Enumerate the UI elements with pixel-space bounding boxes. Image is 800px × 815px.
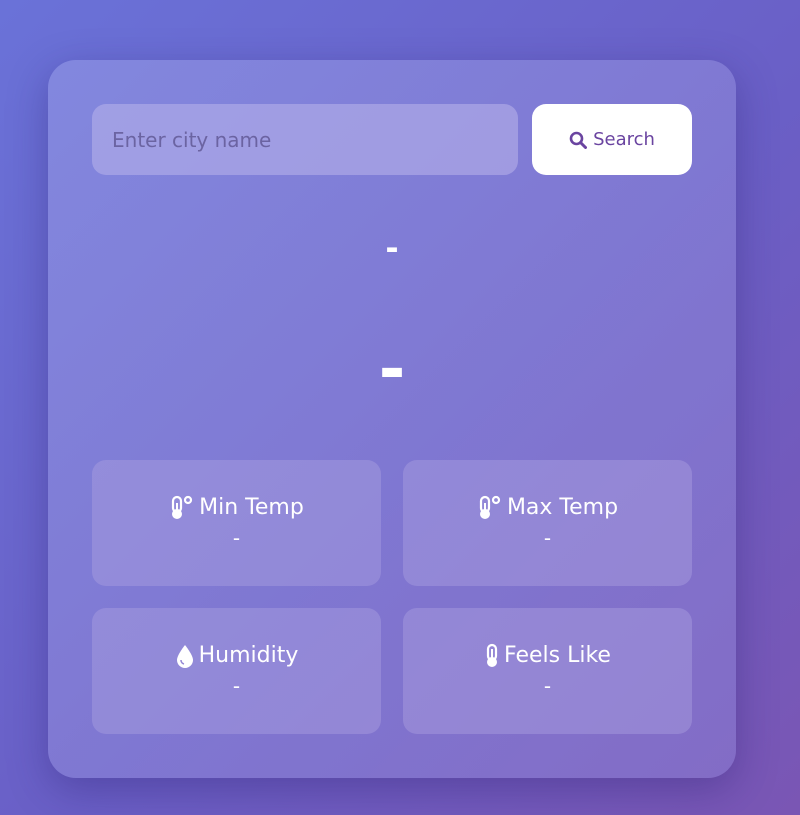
search-button-label: Search	[593, 129, 655, 150]
feels-like-tile: Feels Like -	[403, 608, 692, 734]
min-temp-value: -	[232, 526, 241, 550]
search-icon	[569, 131, 588, 149]
humidity-value: -	[232, 674, 241, 698]
city-name: -	[385, 229, 399, 267]
humidity-label: Humidity	[198, 643, 299, 668]
min-temp-tile: Min Temp -	[92, 460, 381, 586]
max-temp-tile: Max Temp -	[403, 460, 692, 586]
feels-like-label: Feels Like	[504, 643, 611, 668]
feels-like-value: -	[543, 674, 552, 698]
search-button[interactable]: Search	[532, 104, 692, 175]
droplet-icon	[175, 643, 195, 669]
max-temp-label: Max Temp	[506, 495, 619, 520]
max-temp-value: -	[543, 526, 552, 550]
thermometer-degree-icon	[477, 495, 503, 521]
thermometer-icon	[484, 643, 500, 669]
search-bar: Search	[92, 104, 692, 175]
current-temperature: -	[378, 333, 406, 407]
humidity-tile: Humidity -	[92, 608, 381, 734]
min-temp-label: Min Temp	[199, 495, 304, 520]
thermometer-degree-icon	[169, 495, 195, 521]
city-search-input[interactable]	[92, 104, 518, 175]
weather-card: Search - - Min Temp -	[48, 60, 736, 778]
